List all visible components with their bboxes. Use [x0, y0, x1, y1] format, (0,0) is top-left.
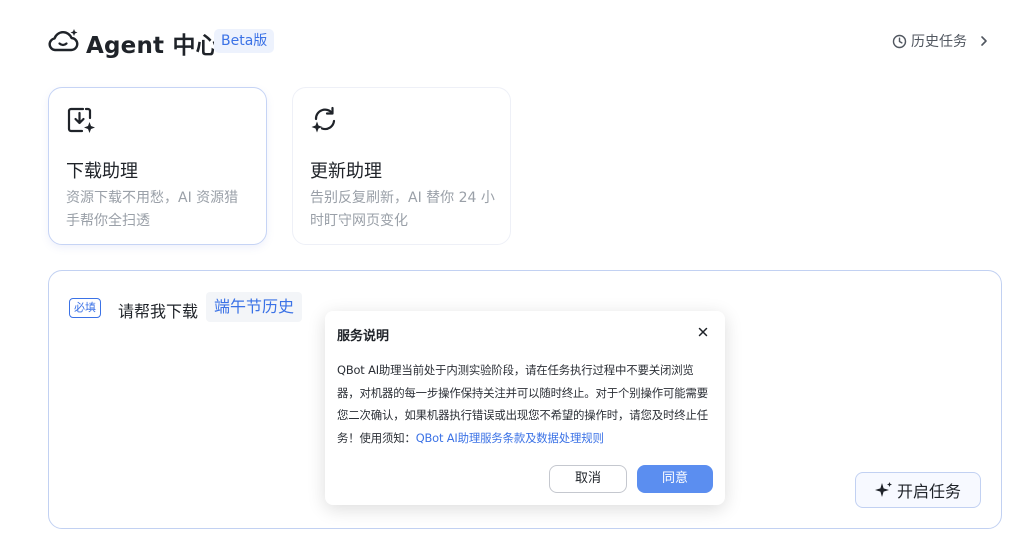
dialog-title: 服务说明	[337, 329, 390, 344]
download-assistant-card[interactable]: 下载助理 资源下载不用愁，AI 资源猎手帮你全扫透	[48, 87, 267, 245]
download-sparkle-icon	[67, 107, 95, 133]
history-tasks-link[interactable]: 历史任务	[892, 31, 991, 51]
card-description: 告别反复刷新，AI 替你 24 小时盯守网页变化	[310, 190, 495, 229]
start-task-label: 开启任务	[896, 482, 961, 501]
close-icon[interactable]	[697, 326, 709, 338]
topic-input-chip[interactable]: 端午节历史	[206, 292, 303, 322]
app-title: Agent 中心	[86, 33, 219, 59]
history-tasks-label: 历史任务	[911, 34, 967, 50]
service-notice-dialog: 服务说明 QBot AI助理当前处于内测实验阶段，请在任务执行过程中不要关闭浏览…	[325, 311, 725, 505]
chevron-right-icon	[981, 36, 987, 46]
sparkle-icon	[874, 482, 892, 497]
update-assistant-card[interactable]: 更新助理 告别反复刷新，AI 替你 24 小时盯守网页变化	[292, 87, 511, 245]
terms-link[interactable]: QBot AI助理服务条款及数据处理规则	[416, 431, 604, 445]
header: Agent 中心 Beta版 历史任务	[0, 0, 1019, 84]
start-task-button[interactable]: 开启任务	[855, 472, 981, 508]
beta-badge: Beta版	[214, 29, 275, 53]
cloud-sparkle-icon	[48, 29, 79, 52]
card-title: 更新助理	[310, 161, 382, 182]
refresh-sparkle-icon	[311, 106, 336, 133]
clock-icon	[892, 34, 907, 48]
card-title: 下载助理	[66, 161, 138, 182]
cancel-button[interactable]: 取消	[549, 465, 627, 493]
agree-button[interactable]: 同意	[637, 465, 713, 493]
dialog-body: QBot AI助理当前处于内测实验阶段，请在任务执行过程中不要关闭浏览器，对机器…	[337, 359, 715, 449]
required-tag: 必填	[69, 298, 101, 318]
prompt-text: 请帮我下载	[118, 302, 199, 321]
card-description: 资源下载不用愁，AI 资源猎手帮你全扫透	[66, 190, 239, 229]
